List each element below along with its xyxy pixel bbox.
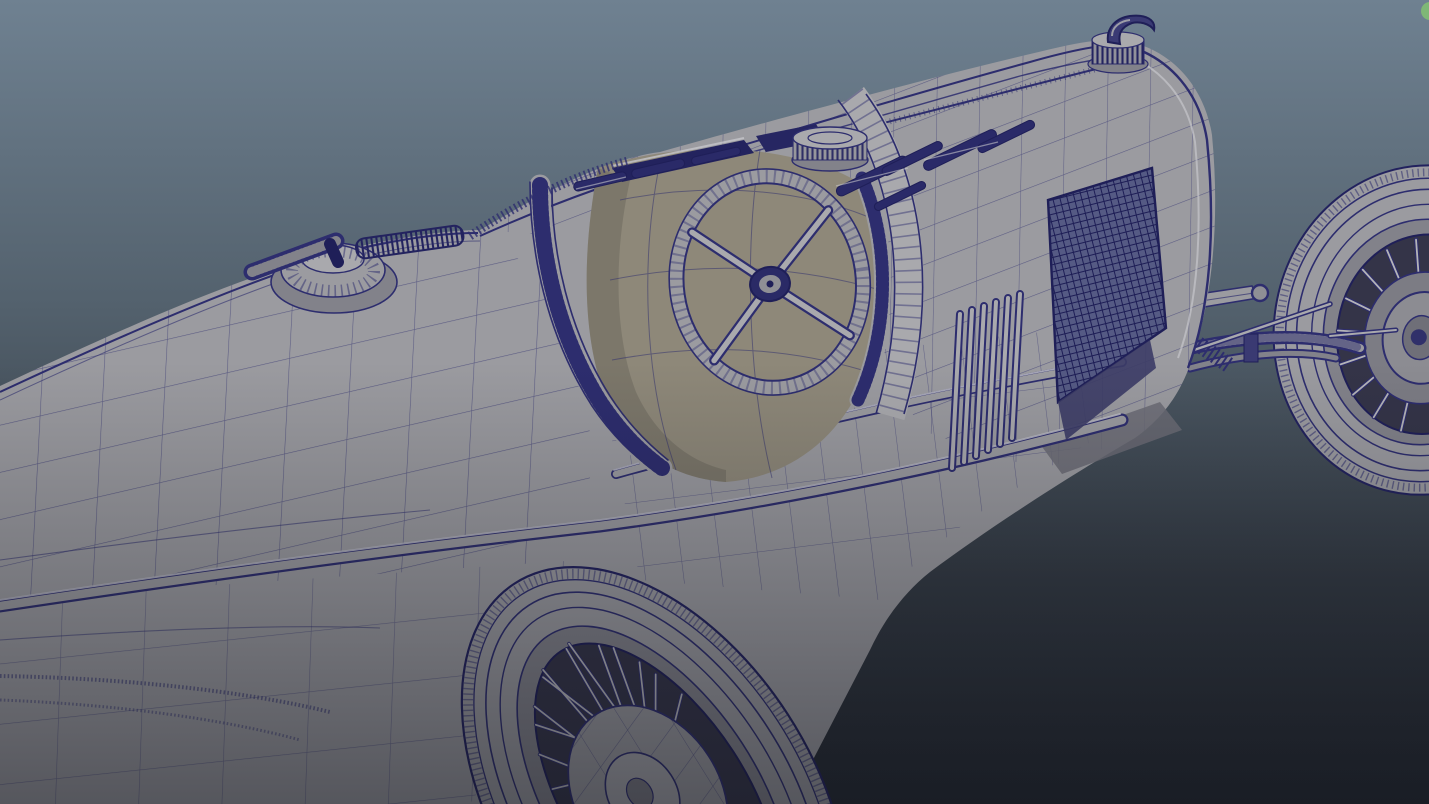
hood-filler-cap: [792, 127, 868, 171]
spring-horn-curl: [1252, 285, 1268, 301]
viewport[interactable]: Vintage grand prix race car 3D model, wi…: [0, 0, 1429, 804]
